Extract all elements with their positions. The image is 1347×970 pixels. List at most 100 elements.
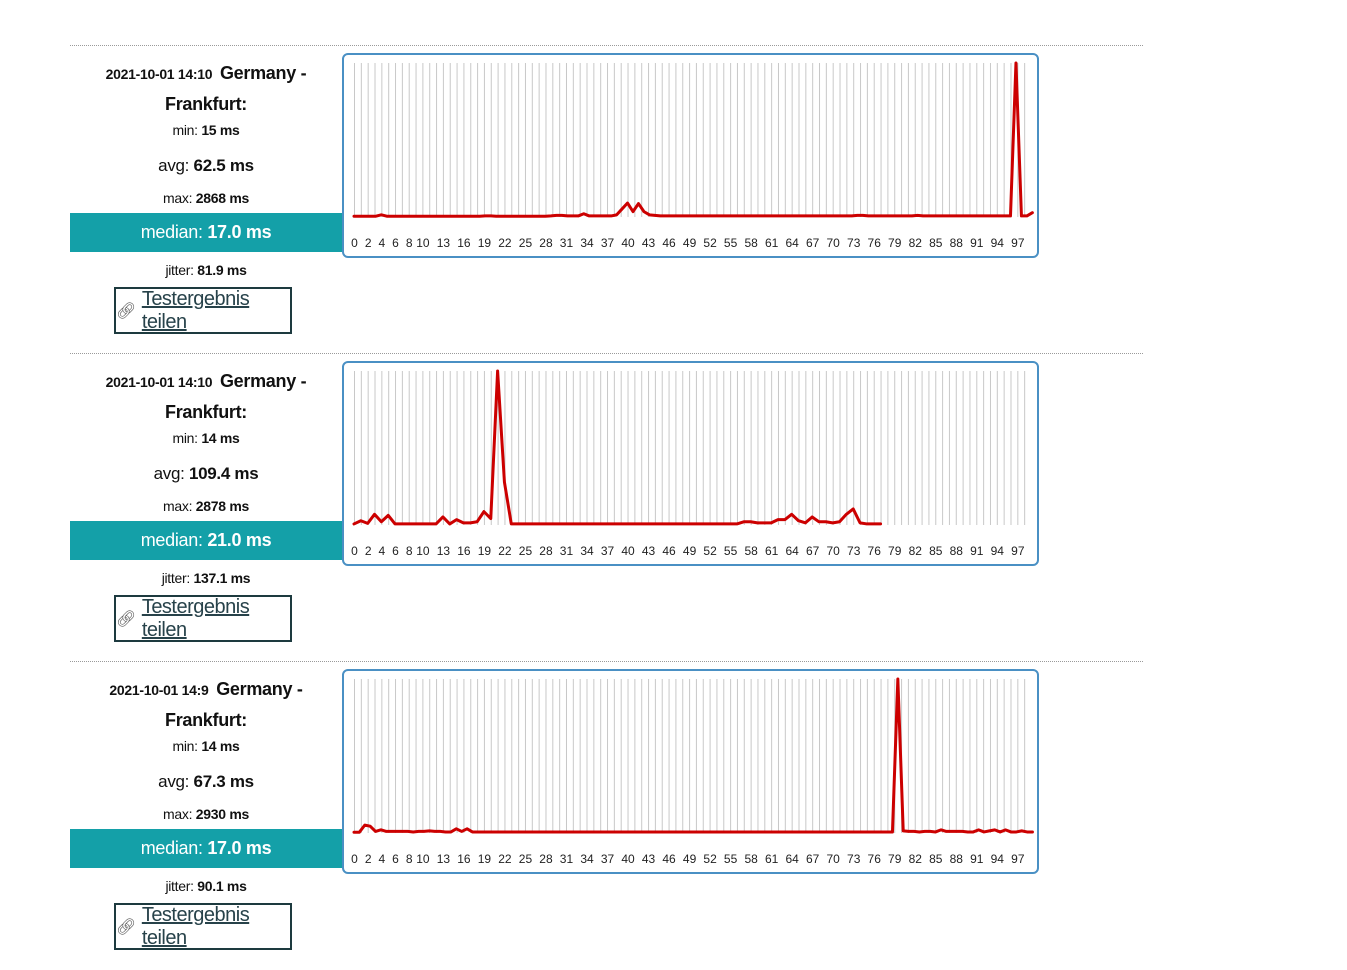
x-tick-label: 85 bbox=[929, 852, 943, 866]
x-tick-label: 6 bbox=[392, 852, 399, 866]
x-tick-label: 16 bbox=[457, 852, 471, 866]
x-tick-label: 88 bbox=[950, 544, 964, 558]
share-result-button[interactable]: 🔗︎ Testergebnis teilen bbox=[114, 595, 292, 642]
x-tick-label: 94 bbox=[991, 544, 1005, 558]
x-tick-label: 49 bbox=[683, 544, 697, 558]
x-tick-label: 43 bbox=[642, 544, 656, 558]
stat-max-value: 2878 ms bbox=[195, 498, 249, 514]
x-tick-label: 4 bbox=[379, 236, 386, 250]
x-tick-label: 22 bbox=[498, 544, 512, 558]
x-tick-label: 61 bbox=[765, 852, 779, 866]
x-tick-label: 2 bbox=[365, 544, 372, 558]
x-tick-label: 25 bbox=[519, 544, 533, 558]
x-tick-label: 73 bbox=[847, 544, 861, 558]
x-tick-label: 10 bbox=[416, 852, 430, 866]
chart-grid bbox=[354, 371, 1026, 525]
link-icon: 🔗︎ bbox=[116, 918, 136, 936]
x-tick-label: 67 bbox=[806, 236, 820, 250]
stat-max-label: max: bbox=[163, 498, 193, 514]
x-tick-label: 49 bbox=[683, 852, 697, 866]
stat-jitter-label: jitter: bbox=[161, 570, 191, 586]
stat-avg-value: 67.3 ms bbox=[193, 772, 255, 791]
x-tick-label: 55 bbox=[724, 236, 738, 250]
x-tick-label: 34 bbox=[580, 852, 594, 866]
share-result-button[interactable]: 🔗︎ Testergebnis teilen bbox=[114, 903, 292, 950]
x-tick-label: 61 bbox=[765, 544, 779, 558]
x-tick-label: 97 bbox=[1011, 544, 1025, 558]
x-tick-label: 8 bbox=[406, 544, 413, 558]
x-tick-labels: 0 2 4 6 8 10 13 16 19 22 25 28 31 34 37 40 43 46 49 52 55 58 6… bbox=[351, 852, 1025, 866]
result-location-line1: Germany - bbox=[216, 679, 303, 699]
x-tick-label: 79 bbox=[888, 544, 902, 558]
result-timestamp: 2021-10-01 14:10 bbox=[105, 374, 213, 390]
x-tick-label: 55 bbox=[724, 544, 738, 558]
x-tick-label: 37 bbox=[601, 544, 615, 558]
x-tick-label: 43 bbox=[642, 852, 656, 866]
stat-min: min: 14 ms bbox=[70, 430, 342, 446]
stat-max-value: 2868 ms bbox=[195, 190, 249, 206]
x-tick-label: 22 bbox=[498, 236, 512, 250]
test-result: 2021-10-01 14:10 Germany - Frankfurt: mi… bbox=[70, 353, 1143, 662]
x-tick-label: 61 bbox=[765, 236, 779, 250]
x-tick-label: 13 bbox=[437, 852, 451, 866]
x-tick-label: 64 bbox=[785, 544, 799, 558]
stat-avg: avg: 62.5 ms bbox=[70, 156, 342, 176]
x-tick-label: 6 bbox=[392, 544, 399, 558]
result-title: 2021-10-01 14:10 Germany - Frankfurt: bbox=[70, 58, 342, 120]
stat-jitter-label: jitter: bbox=[165, 262, 194, 278]
stat-min-label: min: bbox=[172, 430, 198, 446]
x-tick-label: 52 bbox=[703, 852, 717, 866]
x-tick-label: 91 bbox=[970, 852, 984, 866]
stat-min-label: min: bbox=[172, 738, 198, 754]
result-title: 2021-10-01 14:10 Germany - Frankfurt: bbox=[70, 366, 342, 428]
x-tick-label: 46 bbox=[662, 236, 676, 250]
stat-median-label: median: bbox=[140, 530, 203, 550]
x-tick-label: 58 bbox=[744, 544, 758, 558]
x-tick-label: 10 bbox=[416, 236, 430, 250]
x-tick-label: 49 bbox=[683, 236, 697, 250]
x-tick-label: 40 bbox=[621, 544, 635, 558]
stat-jitter-value: 137.1 ms bbox=[193, 570, 251, 586]
x-tick-label: 37 bbox=[601, 852, 615, 866]
stat-avg: avg: 109.4 ms bbox=[70, 464, 342, 484]
x-tick-label: 6 bbox=[392, 236, 399, 250]
stat-max-label: max: bbox=[163, 190, 193, 206]
x-tick-label: 0 bbox=[351, 852, 358, 866]
stat-jitter: jitter: 81.9 ms bbox=[70, 262, 342, 278]
x-tick-label: 8 bbox=[406, 852, 413, 866]
x-tick-label: 40 bbox=[621, 236, 635, 250]
x-tick-label: 97 bbox=[1011, 852, 1025, 866]
x-tick-label: 10 bbox=[416, 544, 430, 558]
x-tick-label: 43 bbox=[642, 236, 656, 250]
series-line bbox=[352, 677, 1034, 834]
stat-median-value: 17.0 ms bbox=[207, 838, 272, 858]
x-tick-label: 37 bbox=[601, 236, 615, 250]
stat-min-value: 14 ms bbox=[201, 430, 240, 446]
x-tick-label: 82 bbox=[909, 236, 923, 250]
x-tick-label: 28 bbox=[539, 544, 553, 558]
result-location-line1: Germany - bbox=[219, 371, 307, 391]
latency-chart: 0 2 4 6 8 10 13 16 19 22 25 28 31 34 37 40 43 46 49 52 55 58 6… bbox=[342, 669, 1039, 874]
latency-chart-svg: 0 2 4 6 8 10 13 16 19 22 25 28 31 34 37 40 43 46 49 52 55 58 6… bbox=[351, 61, 1034, 250]
x-tick-label: 46 bbox=[662, 544, 676, 558]
x-tick-label: 0 bbox=[351, 236, 358, 250]
share-result-label: Testergebnis teilen bbox=[141, 903, 250, 949]
x-tick-label: 94 bbox=[991, 236, 1005, 250]
x-tick-label: 55 bbox=[724, 852, 738, 866]
stat-jitter: jitter: 137.1 ms bbox=[70, 570, 342, 586]
result-location-line2: Frankfurt: bbox=[165, 94, 247, 114]
x-tick-label: 79 bbox=[888, 236, 902, 250]
series-line bbox=[352, 61, 1034, 218]
x-tick-label: 28 bbox=[539, 852, 553, 866]
stat-min-value: 14 ms bbox=[201, 738, 240, 754]
share-result-button[interactable]: 🔗︎ Testergebnis teilen bbox=[114, 287, 292, 334]
stat-avg-label: avg: bbox=[158, 156, 190, 175]
x-tick-label: 16 bbox=[457, 236, 471, 250]
stat-max-label: max: bbox=[163, 806, 193, 822]
latency-chart: 0 2 4 6 8 10 13 16 19 22 25 28 31 34 37 40 43 46 49 52 55 58 6… bbox=[342, 53, 1039, 258]
x-tick-label: 13 bbox=[437, 544, 451, 558]
latency-chart-svg: 0 2 4 6 8 10 13 16 19 22 25 28 31 34 37 40 43 46 49 52 55 58 6… bbox=[351, 677, 1034, 866]
x-tick-label: 67 bbox=[806, 852, 820, 866]
x-tick-label: 40 bbox=[621, 852, 635, 866]
x-tick-labels: 0 2 4 6 8 10 13 16 19 22 25 28 31 34 37 40 43 46 49 52 55 58 6… bbox=[351, 236, 1025, 250]
